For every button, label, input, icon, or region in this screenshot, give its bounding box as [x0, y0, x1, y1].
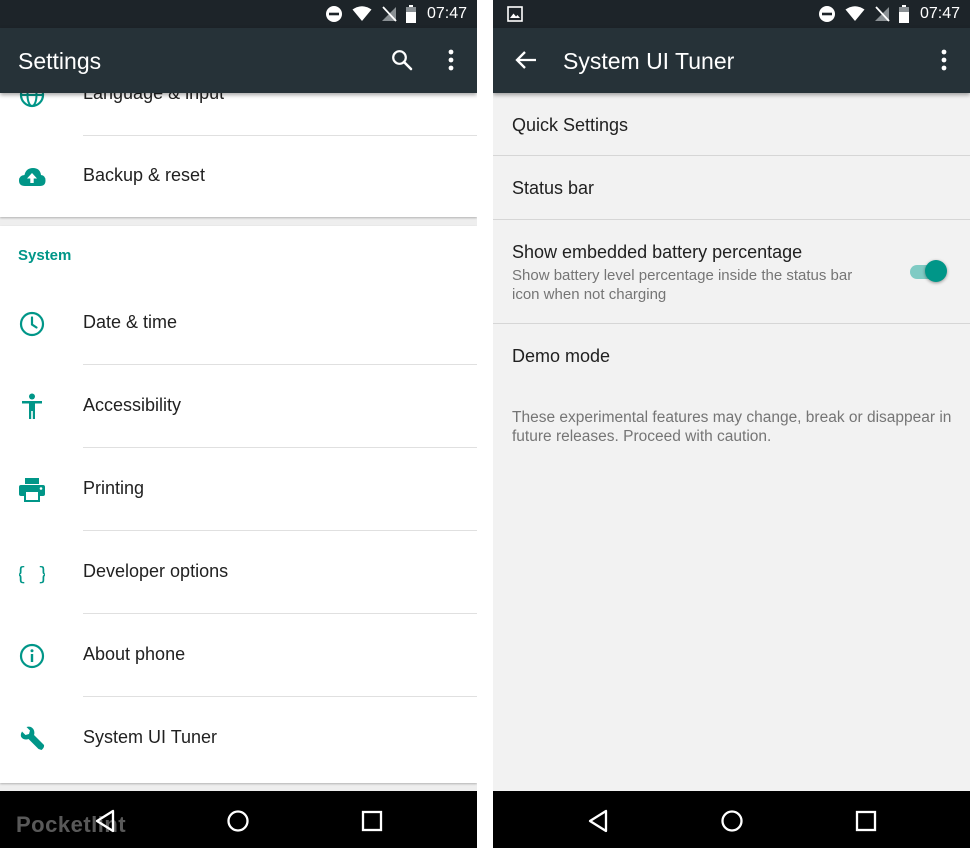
- status-bar: 07:47: [0, 0, 477, 28]
- clock-icon: [18, 310, 46, 338]
- quick-settings-item[interactable]: Quick Settings: [493, 93, 970, 156]
- navigate-up-button[interactable]: [512, 46, 540, 74]
- settings-item-backup[interactable]: Backup & reset: [0, 135, 477, 218]
- status-bar: 07:47: [493, 0, 970, 28]
- settings-screen: 07:47 Settings Language & input Backup &…: [0, 0, 477, 848]
- settings-item-label: Accessibility: [83, 395, 182, 415]
- page-title: System UI Tuner: [563, 48, 735, 74]
- settings-item-label: Backup & reset: [83, 165, 206, 185]
- back-button[interactable]: [584, 807, 612, 835]
- do-not-disturb-icon: [818, 6, 835, 22]
- settings-item-language[interactable]: Language & input: [0, 93, 477, 136]
- item-subtitle: Show battery level percentage inside the…: [512, 267, 853, 303]
- printer-icon: [18, 476, 46, 504]
- status-bar-item[interactable]: Status bar: [493, 156, 970, 220]
- search-icon: [392, 50, 413, 71]
- battery-percentage-item[interactable]: Show embedded battery percentage Show ba…: [493, 220, 970, 324]
- no-signal-icon: [874, 6, 890, 22]
- personal-card: Language & input Backup & reset: [0, 93, 477, 217]
- navigation-bar: [493, 791, 970, 848]
- battery-percentage-toggle[interactable]: [908, 259, 948, 283]
- home-circle-icon: [721, 810, 743, 832]
- item-title: Status bar: [512, 178, 595, 198]
- demo-mode-item[interactable]: Demo mode: [493, 324, 970, 388]
- recents-button[interactable]: [358, 807, 386, 835]
- home-button[interactable]: [718, 807, 746, 835]
- settings-item-system-ui-tuner[interactable]: System UI Tuner: [0, 697, 477, 780]
- globe-icon: [18, 93, 46, 109]
- settings-item-label: Date & time: [83, 312, 178, 332]
- settings-item-label: About phone: [83, 644, 186, 664]
- settings-item-label: System UI Tuner: [83, 727, 218, 747]
- more-vert-icon: [448, 49, 454, 71]
- wifi-icon: [352, 6, 372, 21]
- settings-item-date-time[interactable]: Date & time: [0, 282, 477, 365]
- settings-list: Language & input Backup & reset System D…: [0, 93, 477, 791]
- settings-item-label: Language & input: [83, 93, 225, 103]
- info-icon: [18, 642, 46, 670]
- settings-item-about-phone[interactable]: About phone: [0, 614, 477, 697]
- recents-square-icon: [361, 810, 383, 832]
- item-title: Quick Settings: [512, 115, 629, 135]
- toggle-thumb: [925, 260, 947, 282]
- back-triangle-icon: [588, 809, 608, 833]
- settings-item-printing[interactable]: Printing: [0, 448, 477, 531]
- pocketlint-watermark: Pocketlint: [16, 812, 127, 837]
- braces-icon: { }: [18, 559, 46, 587]
- battery-icon: [405, 5, 416, 23]
- home-circle-icon: [227, 810, 249, 832]
- app-bar: Settings: [0, 28, 477, 93]
- settings-item-accessibility[interactable]: Accessibility: [0, 365, 477, 448]
- app-bar: System UI Tuner: [493, 28, 970, 93]
- overflow-menu-button[interactable]: [437, 46, 465, 74]
- cloud-upload-icon: [18, 163, 46, 191]
- battery-icon: [898, 5, 909, 23]
- overflow-menu-button[interactable]: [930, 46, 958, 74]
- page-title: Settings: [18, 48, 102, 74]
- system-ui-tuner-screen: 07:47 System UI Tuner Quick Settings Sta…: [493, 0, 970, 848]
- arrow-back-icon: [515, 51, 536, 69]
- item-title: Demo mode: [512, 346, 611, 366]
- home-button[interactable]: [224, 807, 252, 835]
- search-button[interactable]: [388, 46, 416, 74]
- status-time: 07:47: [919, 5, 960, 22]
- settings-item-label: Printing: [83, 478, 145, 498]
- wrench-icon: [18, 725, 46, 753]
- image-notification-icon: [507, 6, 523, 22]
- accessibility-icon: [18, 393, 46, 421]
- recents-button[interactable]: [852, 807, 880, 835]
- status-time: 07:47: [426, 5, 467, 22]
- svg-text:{ }: { }: [19, 563, 45, 585]
- section-header-system: System: [18, 247, 72, 264]
- settings-item-developer-options[interactable]: { } Developer options: [0, 531, 477, 614]
- warning-footnote: These experimental features may change, …: [512, 409, 952, 445]
- system-card: System Date & time Accessibility Printin…: [0, 226, 477, 783]
- more-vert-icon: [941, 49, 947, 71]
- settings-item-label: Developer options: [83, 561, 229, 581]
- wifi-icon: [845, 6, 865, 21]
- no-signal-icon: [381, 6, 397, 22]
- recents-square-icon: [855, 810, 877, 832]
- item-title: Show embedded battery percentage: [512, 242, 803, 262]
- do-not-disturb-icon: [325, 6, 342, 22]
